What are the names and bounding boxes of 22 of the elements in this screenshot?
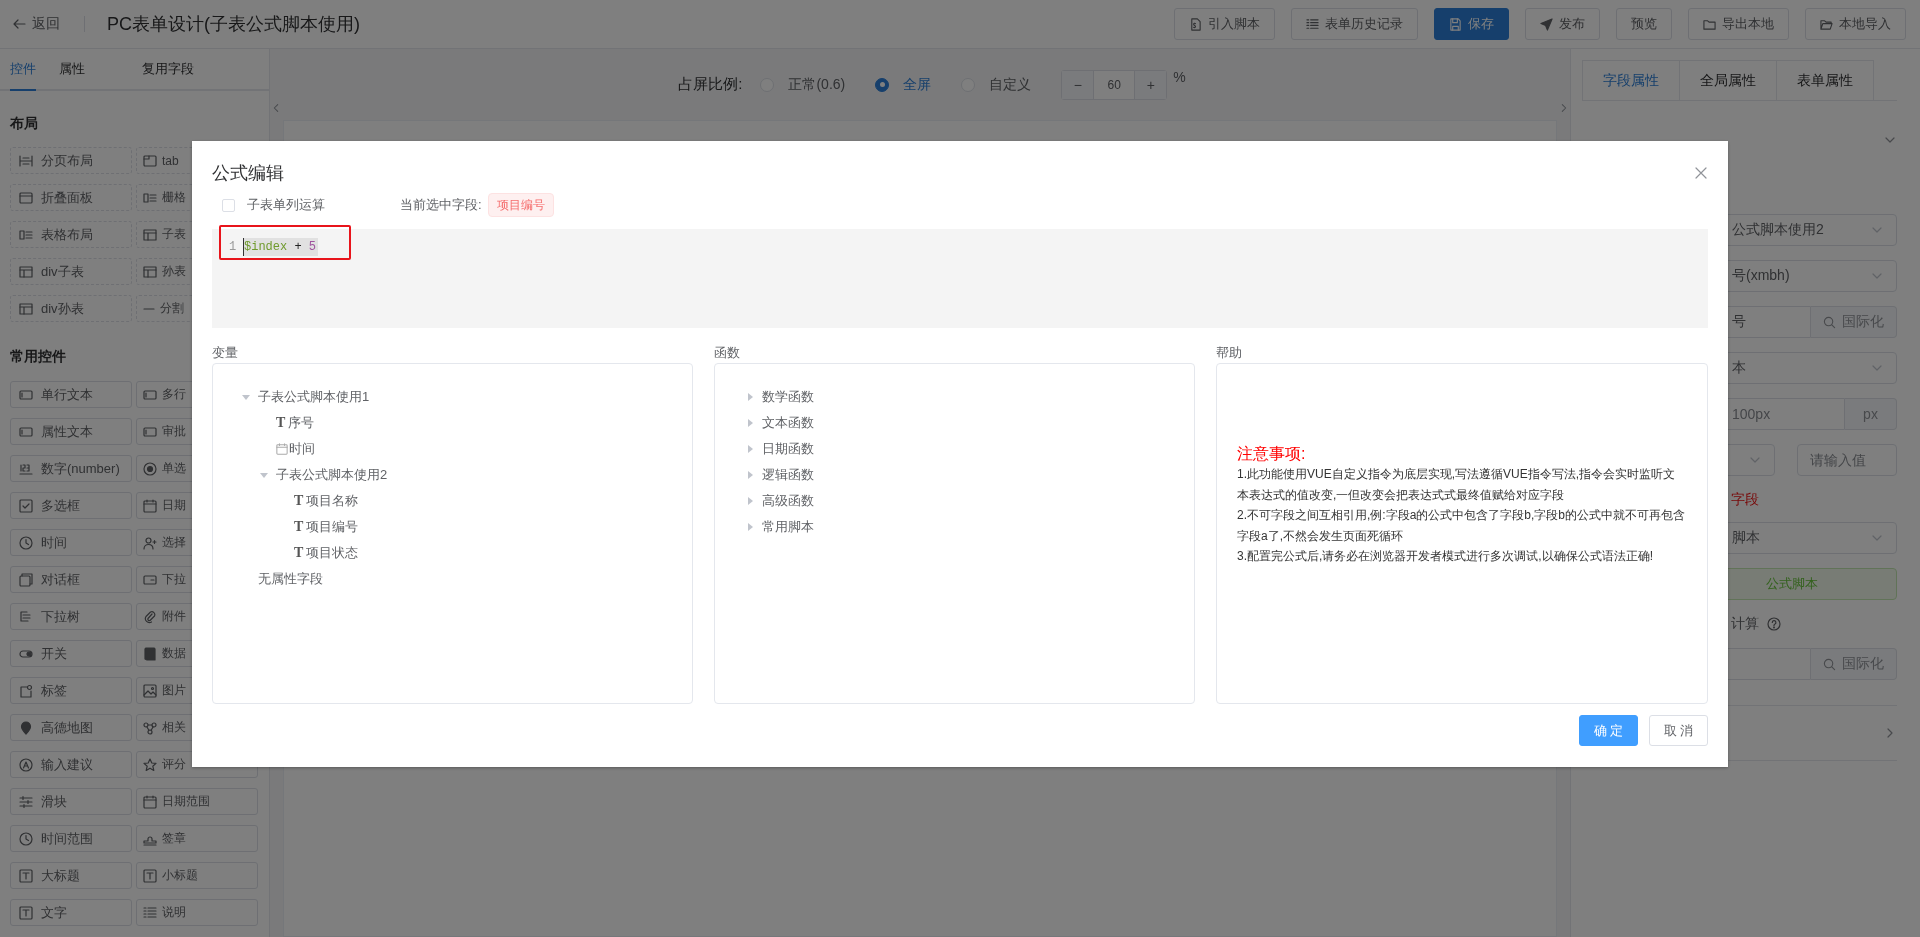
panel-label: 变量: [212, 344, 239, 362]
panel-label: 帮助: [1216, 344, 1243, 362]
text-type-icon: T: [294, 545, 304, 561]
panel-label: 函数: [714, 344, 741, 362]
text-type-icon: T: [294, 519, 304, 535]
unit-label: %: [1173, 69, 1186, 85]
field-label: 计算: [1731, 615, 1759, 633]
help-heading: 注意事项:: [1237, 444, 1307, 464]
line-number: 1: [229, 240, 238, 254]
warning-text: 字段: [1730, 490, 1760, 508]
ratio-label: 占屏比例:: [678, 75, 743, 94]
field-tag: 项目编号: [487, 193, 554, 217]
text-type-icon: T: [294, 493, 304, 509]
text-type-icon: T: [276, 415, 286, 431]
current-field-label: 当前选中字段:: [400, 196, 482, 214]
help-text: 3.配置完公式后,请务必在浏览器开发者模式进行多次调试,以确保公式语法正确!: [1237, 548, 1654, 565]
help-text: 2.不可字段之间互相引用,例:字段a的公式中包含了字段b,字段b的公式中就不可再包含字段a了,不然会发生页面死循环: [1237, 507, 1687, 545]
section-heading: 常用控件: [10, 347, 66, 365]
dialog-title: 公式编辑: [212, 162, 284, 185]
section-heading: 布局: [10, 114, 38, 132]
page-title: PC表单设计(子表公式脚本使用): [107, 13, 360, 36]
help-text: 1.此功能使用VUE自定义指令为底层实现,写法遵循VUE指令写法,指令会实时监听文本表达式的值改变,一但改变会把表达式式最终值赋给对应字段: [1237, 466, 1677, 504]
